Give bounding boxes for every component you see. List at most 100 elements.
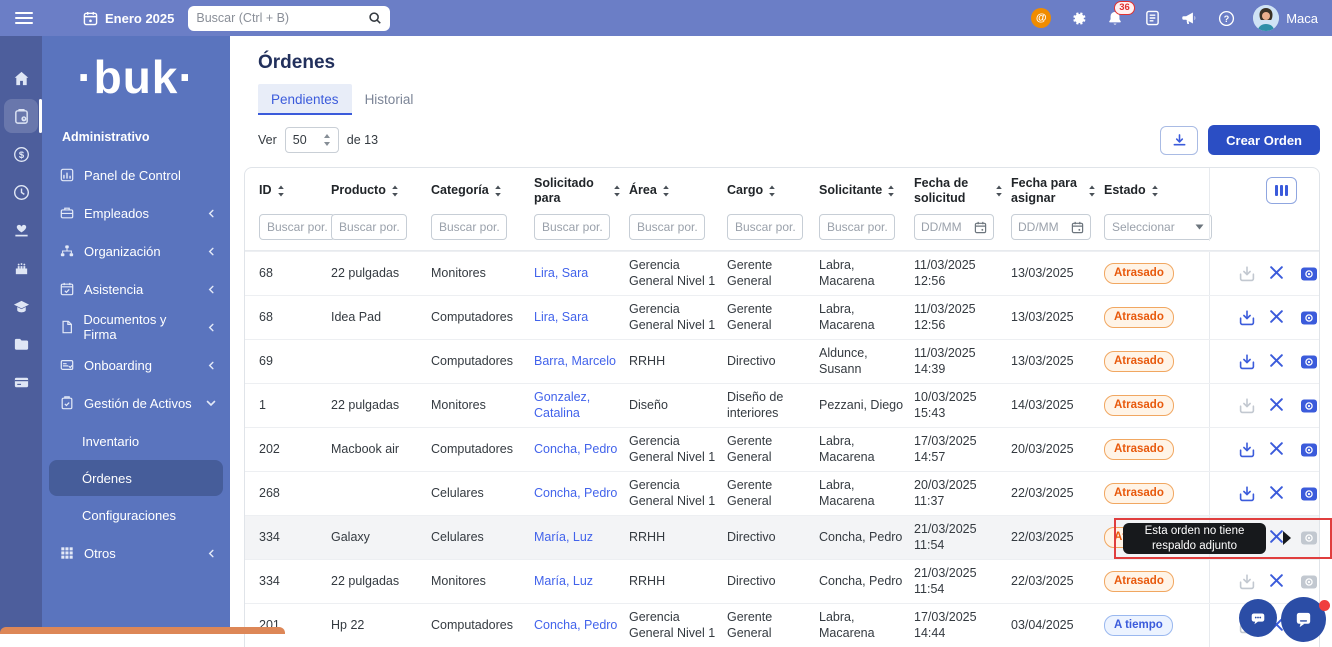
- sort-icon[interactable]: [1088, 185, 1096, 197]
- filter-input[interactable]: [331, 214, 407, 240]
- sort-icon[interactable]: [1151, 185, 1159, 197]
- export-download-button[interactable]: [1160, 126, 1198, 155]
- cancel-order-icon[interactable]: [1269, 353, 1287, 371]
- announcements-megaphone-icon[interactable]: [1179, 8, 1199, 28]
- filter-input[interactable]: [431, 214, 507, 240]
- cancel-order-icon[interactable]: [1269, 485, 1287, 503]
- filter-input[interactable]: [819, 214, 895, 240]
- filter-input[interactable]: [259, 214, 335, 240]
- rail-item-celebrations-icon[interactable]: [4, 251, 38, 285]
- column-header[interactable]: Cargo: [727, 183, 819, 197]
- table-row[interactable]: 334 Galaxy Celulares María, Luz RRHH Dir…: [245, 515, 1319, 559]
- table-row[interactable]: 202 Macbook air Computadores Concha, Ped…: [245, 427, 1319, 471]
- rail-item-billing-icon[interactable]: [4, 365, 38, 399]
- user-menu[interactable]: Maca: [1253, 5, 1318, 31]
- chat-button[interactable]: [1239, 599, 1277, 637]
- column-header[interactable]: Categoría: [431, 183, 534, 197]
- column-header[interactable]: Solicitante: [819, 183, 914, 197]
- period-selector[interactable]: Enero 2025: [83, 11, 174, 26]
- view-attachment-icon[interactable]: [1300, 485, 1318, 503]
- column-header[interactable]: Estado: [1104, 183, 1209, 197]
- column-header[interactable]: Fecha de solicitud: [914, 176, 1011, 205]
- download-order-icon[interactable]: [1238, 309, 1256, 327]
- column-header[interactable]: Área: [629, 183, 727, 197]
- sort-icon[interactable]: [277, 185, 285, 197]
- column-header[interactable]: ID: [259, 183, 331, 197]
- view-attachment-icon[interactable]: [1300, 265, 1318, 283]
- rail-item-documents-icon[interactable]: [4, 327, 38, 361]
- table-row[interactable]: 1 22 pulgadas Monitores Gonzalez, Catali…: [245, 383, 1319, 427]
- filter-input[interactable]: [629, 214, 705, 240]
- filter-input[interactable]: [534, 214, 610, 240]
- sidebar-subitem-2[interactable]: Configuraciones: [49, 497, 223, 533]
- solicitado-para-link[interactable]: Gonzalez, Catalina: [534, 390, 590, 420]
- filter-input[interactable]: [727, 214, 803, 240]
- sidebar-item-5[interactable]: Onboarding: [42, 346, 230, 384]
- tab-pendientes[interactable]: Pendientes: [258, 84, 352, 115]
- column-header[interactable]: Fecha para asignar: [1011, 176, 1104, 205]
- sort-icon[interactable]: [613, 185, 621, 197]
- menu-toggle-icon[interactable]: [15, 12, 33, 24]
- rail-item-orders-icon[interactable]: [4, 99, 38, 133]
- rail-item-training-icon[interactable]: [4, 289, 38, 323]
- sort-icon[interactable]: [391, 185, 399, 197]
- status-filter-select[interactable]: Seleccionar: [1104, 214, 1212, 240]
- search-input[interactable]: [196, 11, 368, 25]
- cancel-order-icon[interactable]: [1269, 573, 1287, 591]
- notifications-bell-icon[interactable]: 36: [1105, 8, 1125, 28]
- table-row[interactable]: 68 Idea Pad Computadores Lira, Sara Gere…: [245, 295, 1319, 339]
- view-attachment-icon[interactable]: [1300, 309, 1318, 327]
- settings-gear-icon[interactable]: [1068, 8, 1088, 28]
- sidebar-item-4[interactable]: Documentos y Firma: [42, 308, 230, 346]
- sidebar-item-7[interactable]: Otros: [42, 534, 230, 572]
- sidebar-item-0[interactable]: Panel de Control: [42, 156, 230, 194]
- sidebar-item-2[interactable]: Organización: [42, 232, 230, 270]
- sidebar-subitem-1[interactable]: Órdenes: [49, 460, 223, 496]
- table-row[interactable]: 201 Hp 22 Computadores Concha, Pedro Ger…: [245, 603, 1319, 647]
- create-order-button[interactable]: Crear Orden: [1208, 125, 1320, 155]
- cancel-order-icon[interactable]: [1269, 397, 1287, 415]
- table-row[interactable]: 68 22 pulgadas Monitores Lira, Sara Gere…: [245, 251, 1319, 295]
- sort-icon[interactable]: [995, 185, 1003, 197]
- view-attachment-icon[interactable]: [1300, 441, 1318, 459]
- cancel-order-icon[interactable]: [1269, 309, 1287, 327]
- sort-icon[interactable]: [662, 185, 670, 197]
- global-search[interactable]: [188, 6, 390, 31]
- solicitado-para-link[interactable]: Concha, Pedro: [534, 442, 617, 456]
- help-icon[interactable]: ?: [1216, 8, 1236, 28]
- cancel-order-icon[interactable]: [1269, 265, 1287, 283]
- download-order-icon[interactable]: [1238, 353, 1256, 371]
- solicitado-para-link[interactable]: Barra, Marcelo: [534, 354, 616, 368]
- table-row[interactable]: 334 22 pulgadas Monitores María, Luz RRH…: [245, 559, 1319, 603]
- date-filter[interactable]: DD/MM: [914, 214, 994, 240]
- sidebar-item-3[interactable]: Asistencia: [42, 270, 230, 308]
- view-attachment-icon[interactable]: [1300, 353, 1318, 371]
- solicitado-para-link[interactable]: María, Luz: [534, 530, 593, 544]
- column-header[interactable]: Solicitado para: [534, 176, 629, 205]
- sort-icon[interactable]: [887, 185, 895, 197]
- rail-item-benefits-icon[interactable]: [4, 213, 38, 247]
- table-row[interactable]: 268 Celulares Concha, Pedro Gerencia Gen…: [245, 471, 1319, 515]
- solicitado-para-link[interactable]: Concha, Pedro: [534, 618, 617, 632]
- notes-icon[interactable]: [1142, 8, 1162, 28]
- rail-item-home-icon[interactable]: [4, 61, 38, 95]
- download-order-icon[interactable]: [1238, 441, 1256, 459]
- view-attachment-icon[interactable]: [1300, 397, 1318, 415]
- sidebar-item-1[interactable]: Empleados: [42, 194, 230, 232]
- column-settings-button[interactable]: [1266, 177, 1297, 204]
- tab-historial[interactable]: Historial: [352, 84, 427, 115]
- solicitado-para-link[interactable]: Lira, Sara: [534, 266, 588, 280]
- rail-item-time-icon[interactable]: [4, 175, 38, 209]
- solicitado-para-link[interactable]: Concha, Pedro: [534, 486, 617, 500]
- column-header[interactable]: Producto: [331, 183, 431, 197]
- rail-item-remuneration-icon[interactable]: $: [4, 137, 38, 171]
- cancel-order-icon[interactable]: [1269, 441, 1287, 459]
- sort-icon[interactable]: [768, 185, 776, 197]
- solicitado-para-link[interactable]: María, Luz: [534, 574, 593, 588]
- date-filter[interactable]: DD/MM: [1011, 214, 1091, 240]
- sort-icon[interactable]: [494, 185, 502, 197]
- download-order-icon[interactable]: [1238, 485, 1256, 503]
- sidebar-subitem-0[interactable]: Inventario: [49, 423, 223, 459]
- solicitado-para-link[interactable]: Lira, Sara: [534, 310, 588, 324]
- table-row[interactable]: 69 Computadores Barra, Marcelo RRHH Dire…: [245, 339, 1319, 383]
